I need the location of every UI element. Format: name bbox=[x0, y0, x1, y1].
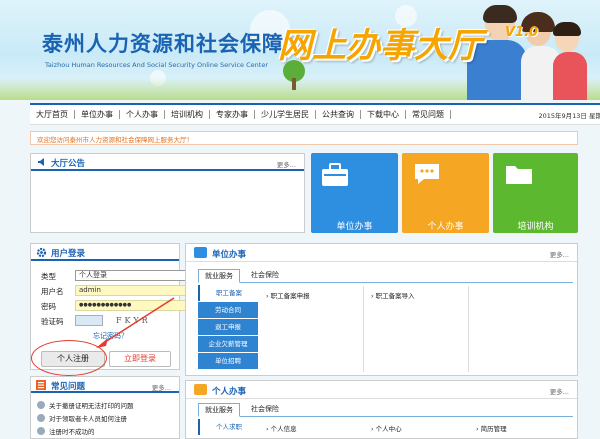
column-divider bbox=[363, 286, 364, 372]
tile-label: 单位办事 bbox=[336, 222, 373, 232]
unit-service-title: 单位办事 bbox=[212, 250, 247, 260]
current-date: 2015年9月13日 星期 bbox=[538, 112, 600, 120]
personal-service-tabs: 就业服务 社会保险 bbox=[198, 403, 573, 417]
nav-item-personal[interactable]: 个人办事 bbox=[120, 110, 165, 119]
menu-item-resignation[interactable]: 退工申报 bbox=[198, 319, 258, 335]
site-subtitle: Taizhou Human Resources And Social Secur… bbox=[45, 61, 268, 69]
nav-item-download[interactable]: 下载中心 bbox=[361, 110, 406, 119]
personal-service-menu: 个人求职 bbox=[198, 419, 258, 439]
tile-label: 培训机构 bbox=[517, 222, 554, 232]
type-label: 类型 bbox=[41, 272, 56, 281]
nav-item-faq[interactable]: 常见问题 bbox=[406, 110, 451, 119]
column-divider bbox=[468, 286, 469, 372]
personal-service-title: 个人办事 bbox=[212, 387, 247, 397]
link-staff-record-import[interactable]: › 职工备案导入 bbox=[371, 290, 415, 300]
faq-bullet-icon bbox=[37, 414, 45, 422]
faq-item[interactable]: 注册时不成功的 bbox=[49, 426, 95, 436]
captcha-label: 验证码 bbox=[41, 317, 64, 326]
link-label: 个人中心 bbox=[375, 425, 402, 433]
faq-more-link[interactable]: 更多... bbox=[152, 382, 171, 392]
nav-item-unit[interactable]: 单位办事 bbox=[75, 110, 120, 119]
nav-item-training[interactable]: 培训机构 bbox=[165, 110, 210, 119]
faq-bullet-icon bbox=[37, 401, 45, 409]
tab-social-insurance[interactable]: 社会保险 bbox=[244, 269, 286, 283]
nav-item-home[interactable]: 大厅首页 bbox=[30, 110, 75, 119]
banner-slogan: 网上办事大厅 bbox=[278, 26, 482, 66]
menu-item-wage-arrears[interactable]: 企业欠薪管理 bbox=[198, 336, 258, 352]
notice-more-link[interactable]: 更多... bbox=[277, 159, 296, 169]
megaphone-icon bbox=[37, 157, 47, 167]
link-personal-info[interactable]: › 个人信息 bbox=[266, 423, 297, 433]
list-icon bbox=[36, 380, 46, 390]
faq-item[interactable]: 关于撤册证明无法打印的问题 bbox=[49, 400, 134, 410]
unit-service-menu: 职工备案 劳动合同 退工申报 企业欠薪管理 单位招聘 bbox=[198, 285, 258, 371]
tile-label: 个人办事 bbox=[427, 222, 464, 232]
faq-header: 常见问题 更多... bbox=[31, 377, 179, 393]
faq-item[interactable]: 对于领取者卡人员如何注册 bbox=[49, 413, 127, 423]
link-label: 职工备案导入 bbox=[375, 292, 415, 300]
tile-unit-service[interactable]: 单位办事 bbox=[311, 153, 398, 233]
login-title: 用户登录 bbox=[51, 249, 86, 259]
personal-service-header: 个人办事 更多... bbox=[186, 381, 577, 399]
faq-panel: 常见问题 更多... 关于撤册证明无法打印的问题 对于领取者卡人员如何注册 注册… bbox=[30, 376, 180, 439]
menu-item-staff-record[interactable]: 职工备案 bbox=[198, 285, 258, 301]
tab-social-insurance[interactable]: 社会保险 bbox=[244, 403, 286, 417]
menu-item-recruitment[interactable]: 单位招聘 bbox=[198, 353, 258, 369]
tile-training-org[interactable]: 培训机构 bbox=[493, 153, 578, 233]
notice-title: 大厅公告 bbox=[51, 159, 86, 169]
tab-employment[interactable]: 就业服务 bbox=[198, 269, 240, 283]
annotation-arrow bbox=[96, 297, 175, 348]
unit-service-header: 单位办事 更多... bbox=[186, 244, 577, 262]
folder-icon bbox=[506, 166, 532, 184]
menu-item-labor-contract[interactable]: 劳动合同 bbox=[198, 302, 258, 318]
tile-personal-service[interactable]: 个人办事 bbox=[402, 153, 489, 233]
menu-item-job-seeking[interactable]: 个人求职 bbox=[198, 419, 258, 435]
header-banner: 泰州人力资源和社会保障 Taizhou Human Resources And … bbox=[0, 0, 600, 100]
gear-icon bbox=[36, 247, 47, 258]
link-staff-record-submit[interactable]: › 职工备案申报 bbox=[266, 290, 310, 300]
chat-icon bbox=[415, 164, 439, 184]
nav-item-student[interactable]: 少儿学生居民 bbox=[255, 110, 316, 119]
login-type-select[interactable]: 个人登录 ▼ bbox=[75, 270, 197, 281]
briefcase-icon bbox=[322, 163, 348, 186]
site-title: 泰州人力资源和社会保障 bbox=[42, 32, 284, 56]
link-label: 职工备案申报 bbox=[270, 292, 310, 300]
personal-service-panel: 个人办事 更多... 就业服务 社会保险 个人求职 › 个人信息 › 个人中心 … bbox=[185, 380, 578, 439]
password-label: 密码 bbox=[41, 302, 56, 311]
chat-icon bbox=[194, 384, 207, 395]
welcome-text: 欢迎您访问泰州市人力资源和社会保障网上服务大厅！ bbox=[37, 136, 193, 144]
unit-service-more-link[interactable]: 更多... bbox=[550, 249, 569, 259]
personal-service-more-link[interactable]: 更多... bbox=[550, 386, 569, 396]
notice-panel: 大厅公告 更多... bbox=[30, 153, 305, 233]
link-personal-center[interactable]: › 个人中心 bbox=[371, 423, 402, 433]
link-label: 个人信息 bbox=[270, 425, 297, 433]
version-label: V1.0 bbox=[505, 25, 539, 40]
tree-trunk bbox=[292, 78, 296, 90]
link-label: 简历管理 bbox=[480, 425, 507, 433]
login-header: 用户登录 bbox=[31, 244, 179, 261]
username-label: 用户名 bbox=[41, 287, 64, 296]
login-type-value: 个人登录 bbox=[79, 271, 107, 279]
main-nav: 大厅首页 单位办事 个人办事 培训机构 专家办事 少儿学生居民 公共查询 下载中… bbox=[30, 103, 600, 125]
unit-service-tabs: 就业服务 社会保险 bbox=[198, 269, 573, 283]
nav-item-query[interactable]: 公共查询 bbox=[316, 110, 361, 119]
nav-item-expert[interactable]: 专家办事 bbox=[210, 110, 255, 119]
unit-service-panel: 单位办事 更多... 就业服务 社会保险 职工备案 劳动合同 退工申报 企业欠薪… bbox=[185, 243, 578, 376]
briefcase-icon bbox=[194, 247, 207, 258]
faq-title: 常见问题 bbox=[51, 382, 86, 392]
notice-header: 大厅公告 更多... bbox=[31, 154, 304, 171]
link-resume-manage[interactable]: › 简历管理 bbox=[476, 423, 507, 433]
tab-employment[interactable]: 就业服务 bbox=[198, 403, 240, 417]
faq-bullet-icon bbox=[37, 427, 45, 435]
welcome-marquee: 欢迎您访问泰州市人力资源和社会保障网上服务大厅！ bbox=[30, 131, 578, 145]
